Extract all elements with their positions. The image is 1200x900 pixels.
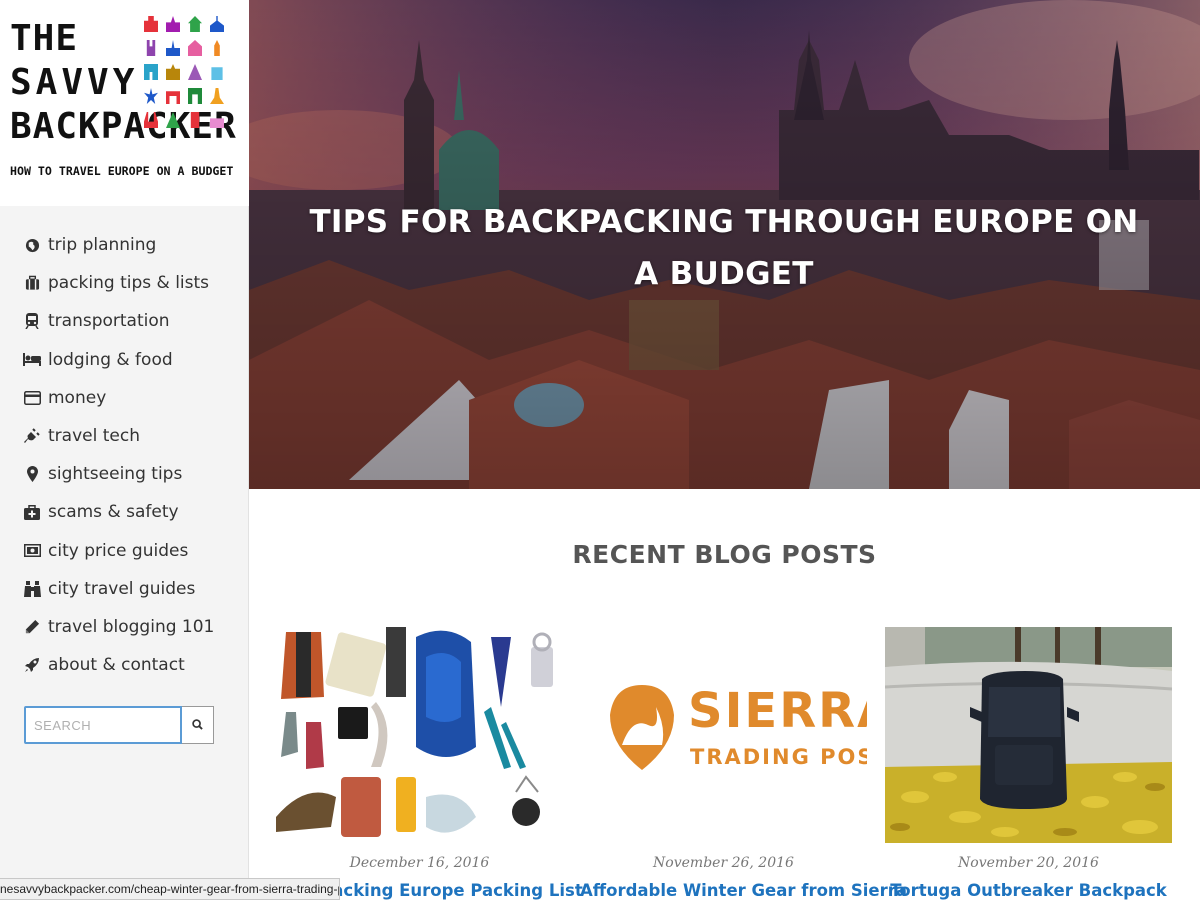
post-card[interactable]: SIERRA TRADING POST November 26, 2016 Af… — [580, 627, 907, 900]
search-input[interactable] — [24, 706, 182, 744]
plug-icon — [22, 427, 42, 445]
post-thumbnail-sierra-trading-post[interactable]: SIERRA TRADING POST — [580, 627, 867, 843]
sidebar-item-travel-tech[interactable]: travel tech — [22, 417, 214, 455]
sidebar-item-label: transportation — [48, 311, 170, 332]
post-thumbnail-tortuga-backpack[interactable] — [885, 627, 1172, 843]
sidebar-item-label: lodging & food — [48, 349, 173, 370]
sidebar-item-label: trip planning — [48, 235, 157, 256]
medkit-icon — [22, 503, 42, 521]
sidebar-item-sightseeing-tips[interactable]: sightseeing tips — [22, 455, 214, 493]
sidebar-item-trip-planning[interactable]: trip planning — [22, 226, 214, 264]
binoculars-icon — [22, 580, 42, 598]
search-form — [24, 706, 214, 744]
globe-icon — [22, 236, 42, 254]
credit-card-icon — [22, 389, 42, 407]
sidebar-item-label: scams & safety — [48, 502, 179, 523]
post-date: November 20, 2016 — [958, 855, 1099, 871]
sidebar-item-label: travel blogging 101 — [48, 616, 215, 637]
sierra-logo-subword: TRADING POST — [690, 745, 867, 769]
hero-title: TIPS FOR BACKPACKING THROUGH EUROPE ON A… — [309, 204, 1139, 292]
sidebar-item-scams-safety[interactable]: scams & safety — [22, 493, 214, 531]
post-card[interactable]: December 16, 2016 Backpacking Europe Pac… — [276, 627, 583, 900]
sidebar-item-money[interactable]: money — [22, 379, 214, 417]
sidebar-item-transportation[interactable]: transportation — [22, 302, 214, 340]
sidebar: THE SAVVY BACKPACKER HOW TO TRAVEL EUROP… — [0, 0, 249, 900]
sidebar-item-label: city travel guides — [48, 578, 196, 599]
map-marker-icon — [22, 465, 42, 483]
sidebar-item-city-travel-guides[interactable]: city travel guides — [22, 570, 214, 608]
sidebar-item-lodging-food[interactable]: lodging & food — [22, 341, 214, 379]
post-date: November 26, 2016 — [653, 855, 794, 871]
browser-status-bar-url: nesavvybackpacker.com/cheap-winter-gear-… — [0, 878, 340, 900]
post-title-link[interactable]: Affordable Winter Gear from Sierra — [580, 881, 907, 900]
sidebar-item-label: about & contact — [48, 655, 185, 676]
sidebar-item-city-price-guides[interactable]: city price guides — [22, 532, 214, 570]
sidebar-item-packing-tips[interactable]: packing tips & lists — [22, 264, 214, 302]
search-icon — [192, 718, 203, 733]
bed-icon — [22, 351, 42, 369]
search-button[interactable] — [182, 706, 214, 744]
sidebar-item-label: money — [48, 387, 107, 408]
sidebar-item-about-contact[interactable]: about & contact — [22, 646, 214, 684]
rocket-icon — [22, 656, 42, 674]
site-logo[interactable]: THE SAVVY BACKPACKER HOW TO TRAVEL EUROP… — [0, 0, 249, 206]
sidebar-item-label: sightseeing tips — [48, 464, 183, 485]
logo-tagline: HOW TO TRAVEL EUROPE ON A BUDGET — [10, 164, 234, 178]
sierra-logo-word: SIERRA — [688, 683, 867, 739]
suitcase-icon — [22, 274, 42, 292]
post-thumbnail-packing-list[interactable] — [276, 627, 563, 843]
hero-banner: TIPS FOR BACKPACKING THROUGH EUROPE ON A… — [249, 0, 1200, 489]
money-bill-icon — [22, 542, 42, 560]
post-card[interactable]: November 20, 2016 Tortuga Outbreaker Bac… — [885, 627, 1172, 900]
sidebar-item-label: packing tips & lists — [48, 273, 210, 294]
sidebar-item-label: city price guides — [48, 540, 189, 561]
section-title-recent-posts: RECENT BLOG POSTS — [572, 540, 877, 569]
post-title-link[interactable]: Tortuga Outbreaker Backpack — [885, 881, 1172, 900]
train-icon — [22, 312, 42, 330]
sidebar-item-label: travel tech — [48, 426, 140, 447]
sidebar-item-travel-blogging[interactable]: travel blogging 101 — [22, 608, 214, 646]
logo-landmark-icons — [74, 14, 234, 134]
logo-line-the: THE — [10, 18, 79, 59]
pencil-icon — [22, 618, 42, 636]
post-date: December 16, 2016 — [349, 855, 490, 871]
sidebar-nav: trip planning packing tips & lists trans… — [22, 226, 214, 684]
